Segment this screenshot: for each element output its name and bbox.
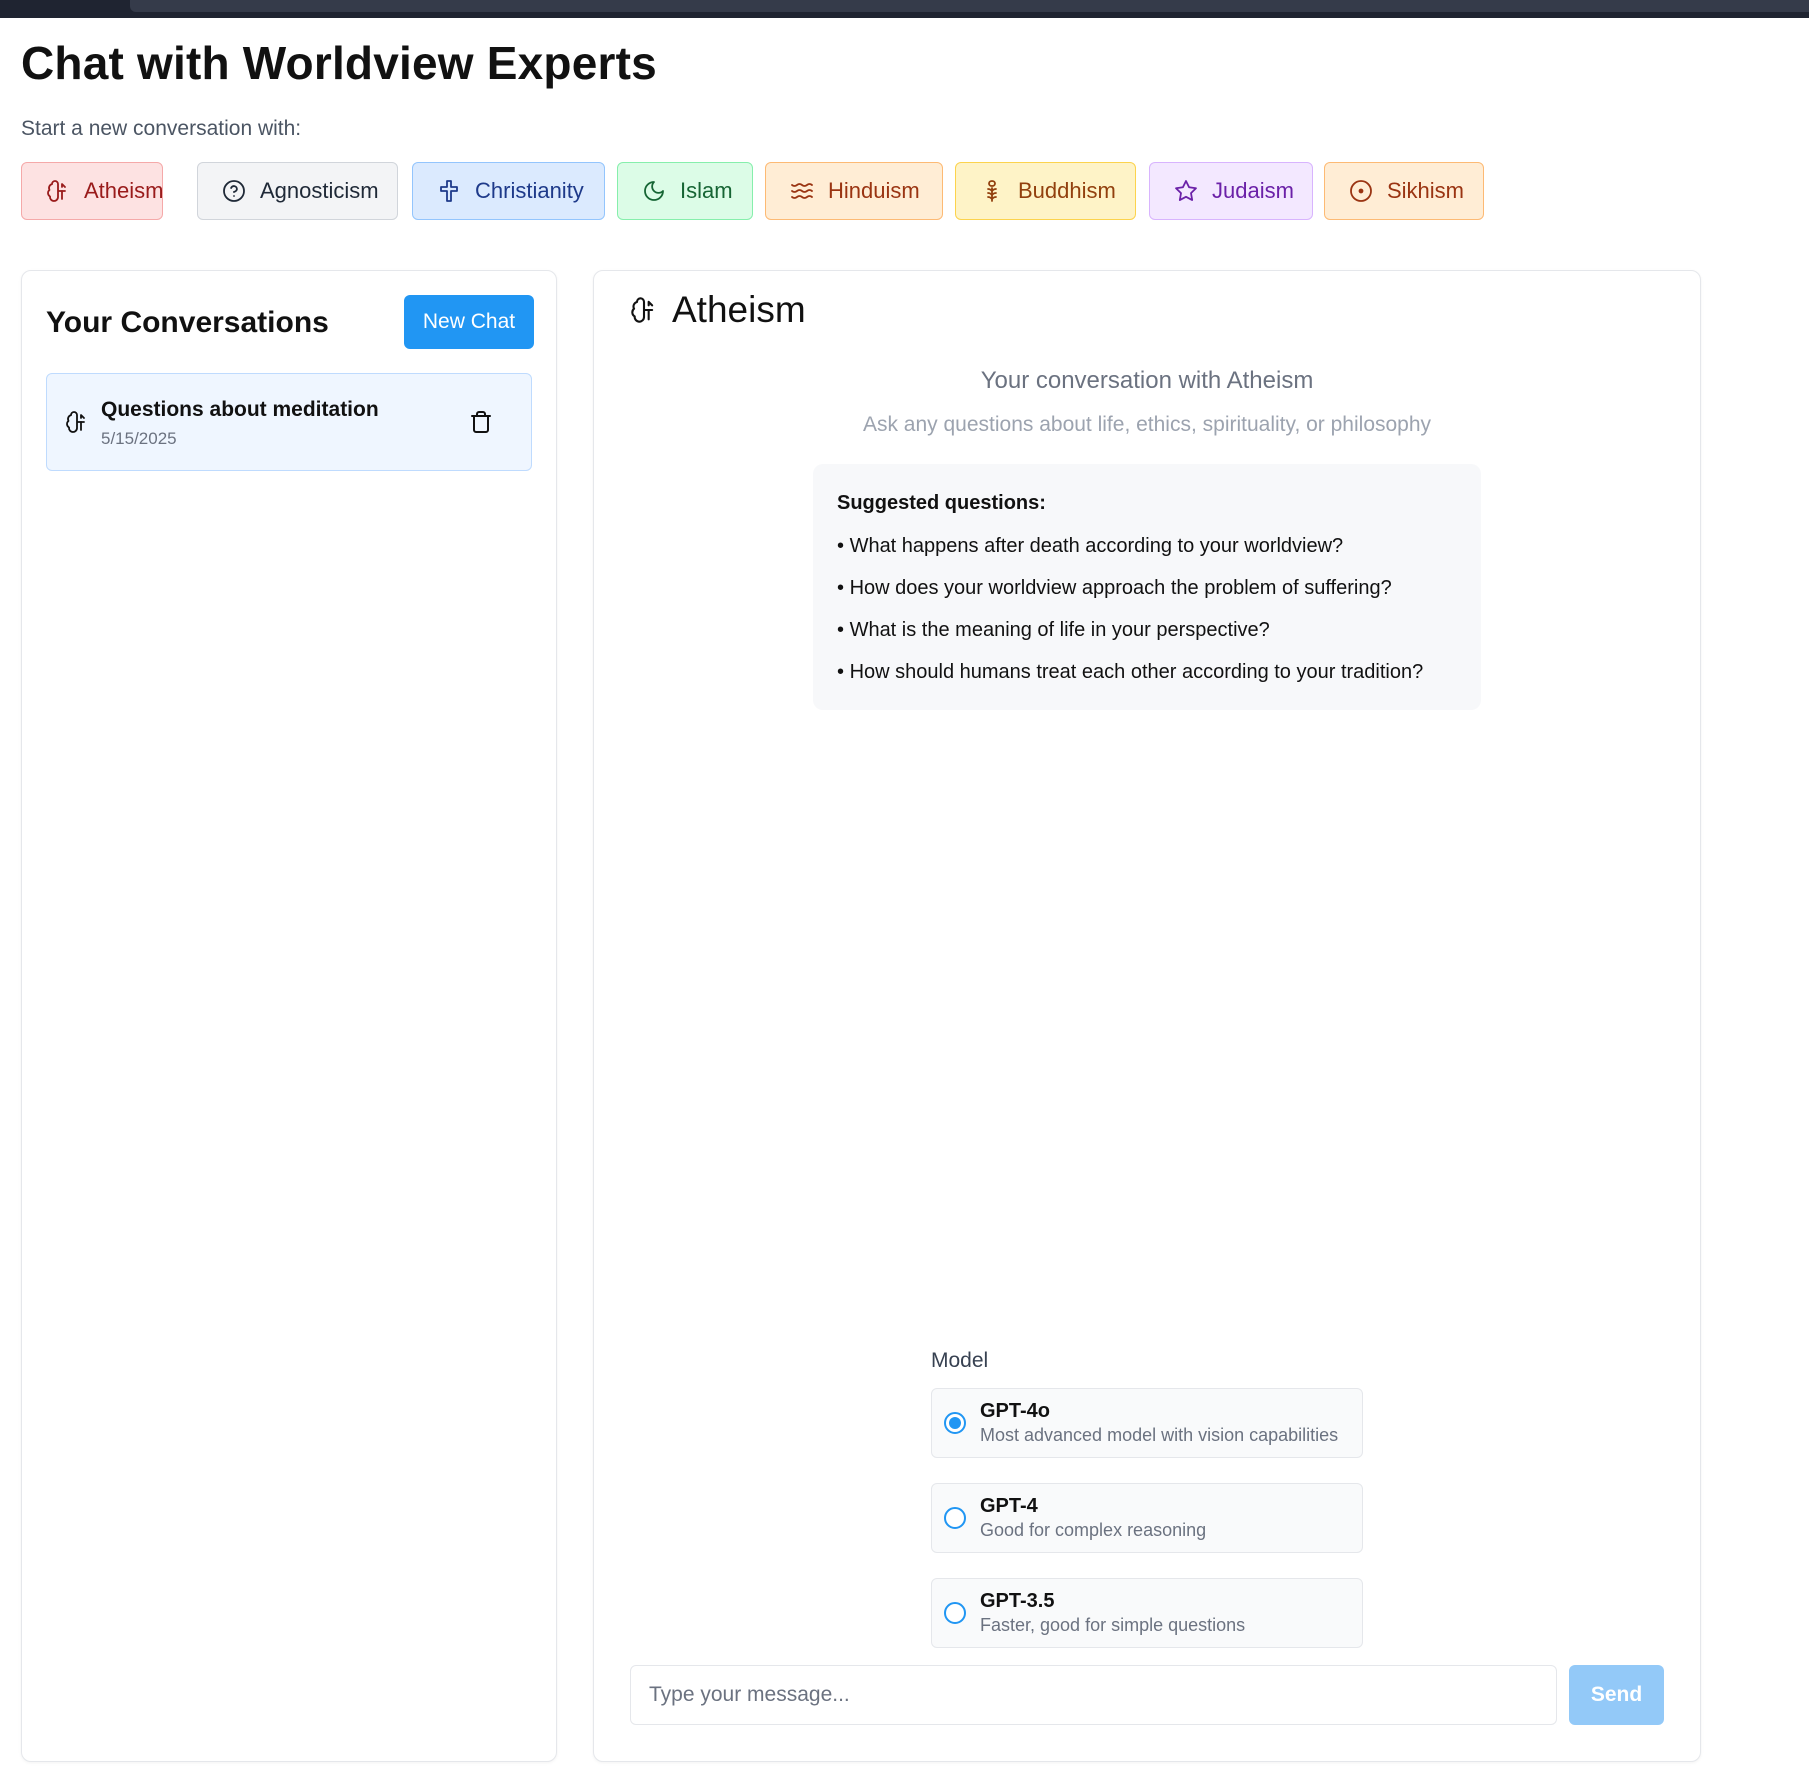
conversation-title: Questions about meditation bbox=[101, 398, 379, 421]
chat-header: Atheism bbox=[630, 289, 806, 331]
model-option-gpt-3-5[interactable]: GPT-3.5 Faster, good for simple question… bbox=[931, 1578, 1363, 1648]
conversation-with-text: Your conversation with Atheism bbox=[980, 367, 1314, 394]
model-name: GPT-3.5 bbox=[980, 1590, 1055, 1612]
crescent-icon bbox=[642, 179, 666, 203]
model-radio[interactable] bbox=[944, 1507, 966, 1529]
suggested-questions: Suggested questions: What happens after … bbox=[813, 464, 1481, 710]
atheism-icon bbox=[630, 296, 658, 324]
worldview-label: Christianity bbox=[475, 178, 584, 203]
worldview-label: Judaism bbox=[1212, 178, 1294, 203]
worldview-label: Buddhism bbox=[1018, 178, 1116, 203]
worldview-button-sikhism[interactable]: Sikhism bbox=[1324, 162, 1484, 220]
model-description: Good for complex reasoning bbox=[980, 1520, 1207, 1540]
chat-panel: Atheism Your conversation with Atheism A… bbox=[593, 270, 1701, 1762]
cross-icon bbox=[437, 179, 461, 203]
page-title: Chat with Worldview Experts bbox=[21, 37, 657, 89]
suggested-question[interactable]: How does your worldview approach the pro… bbox=[837, 577, 1457, 619]
worldview-button-hinduism[interactable]: Hinduism bbox=[765, 162, 943, 220]
model-label: Model bbox=[931, 1349, 989, 1372]
worldview-button-judaism[interactable]: Judaism bbox=[1149, 162, 1313, 220]
conversation-hint: Ask any questions about life, ethics, sp… bbox=[862, 413, 1432, 436]
suggested-questions-title: Suggested questions: bbox=[837, 492, 1046, 514]
suggested-question[interactable]: What happens after death according to yo… bbox=[837, 535, 1457, 577]
model-radio[interactable] bbox=[944, 1412, 966, 1434]
worldview-label: Hinduism bbox=[828, 178, 920, 203]
worldview-button-agnosticism[interactable]: Agnosticism bbox=[197, 162, 398, 220]
new-chat-button[interactable]: New Chat bbox=[404, 295, 534, 349]
conversation-item[interactable]: Questions about meditation 5/15/2025 bbox=[46, 373, 532, 471]
worldview-label: Sikhism bbox=[1387, 178, 1465, 203]
browser-address-bar[interactable] bbox=[130, 0, 1809, 12]
model-option-gpt-4o[interactable]: GPT-4o Most advanced model with vision c… bbox=[931, 1388, 1363, 1458]
worldview-label: Atheism bbox=[84, 178, 164, 203]
star-icon bbox=[1174, 179, 1198, 203]
send-button[interactable]: Send bbox=[1569, 1665, 1664, 1725]
worldview-button-christianity[interactable]: Christianity bbox=[412, 162, 605, 220]
worldview-label: Agnosticism bbox=[260, 178, 379, 203]
question-circle-icon bbox=[222, 179, 246, 203]
worldview-button-atheism[interactable]: Atheism bbox=[21, 162, 163, 220]
atheism-icon bbox=[46, 179, 70, 203]
conversations-panel: Your Conversations New Chat Questions ab… bbox=[21, 270, 557, 1762]
worldview-button-islam[interactable]: Islam bbox=[617, 162, 753, 220]
chat-worldview-title: Atheism bbox=[672, 289, 806, 330]
waves-icon bbox=[790, 179, 814, 203]
worldview-label: Islam bbox=[680, 178, 733, 203]
suggested-question[interactable]: How should humans treat each other accor… bbox=[837, 661, 1457, 703]
model-description: Most advanced model with vision capabili… bbox=[980, 1425, 1339, 1445]
model-name: GPT-4o bbox=[980, 1400, 1051, 1422]
suggested-question[interactable]: What is the meaning of life in your pers… bbox=[837, 619, 1457, 661]
message-input[interactable] bbox=[630, 1665, 1557, 1725]
atheism-icon bbox=[65, 410, 89, 434]
conversation-date: 5/15/2025 bbox=[101, 429, 177, 448]
conversations-heading: Your Conversations bbox=[46, 306, 329, 339]
model-option-gpt-4[interactable]: GPT-4 Good for complex reasoning bbox=[931, 1483, 1363, 1553]
model-name: GPT-4 bbox=[980, 1495, 1038, 1517]
page-subtitle: Start a new conversation with: bbox=[21, 117, 302, 140]
model-description: Faster, good for simple questions bbox=[980, 1615, 1246, 1635]
trash-icon[interactable] bbox=[469, 410, 493, 434]
wheat-icon bbox=[980, 179, 1004, 203]
worldview-button-buddhism[interactable]: Buddhism bbox=[955, 162, 1136, 220]
target-circle-icon bbox=[1349, 179, 1373, 203]
browser-top-bar bbox=[0, 0, 1809, 18]
model-radio[interactable] bbox=[944, 1602, 966, 1624]
